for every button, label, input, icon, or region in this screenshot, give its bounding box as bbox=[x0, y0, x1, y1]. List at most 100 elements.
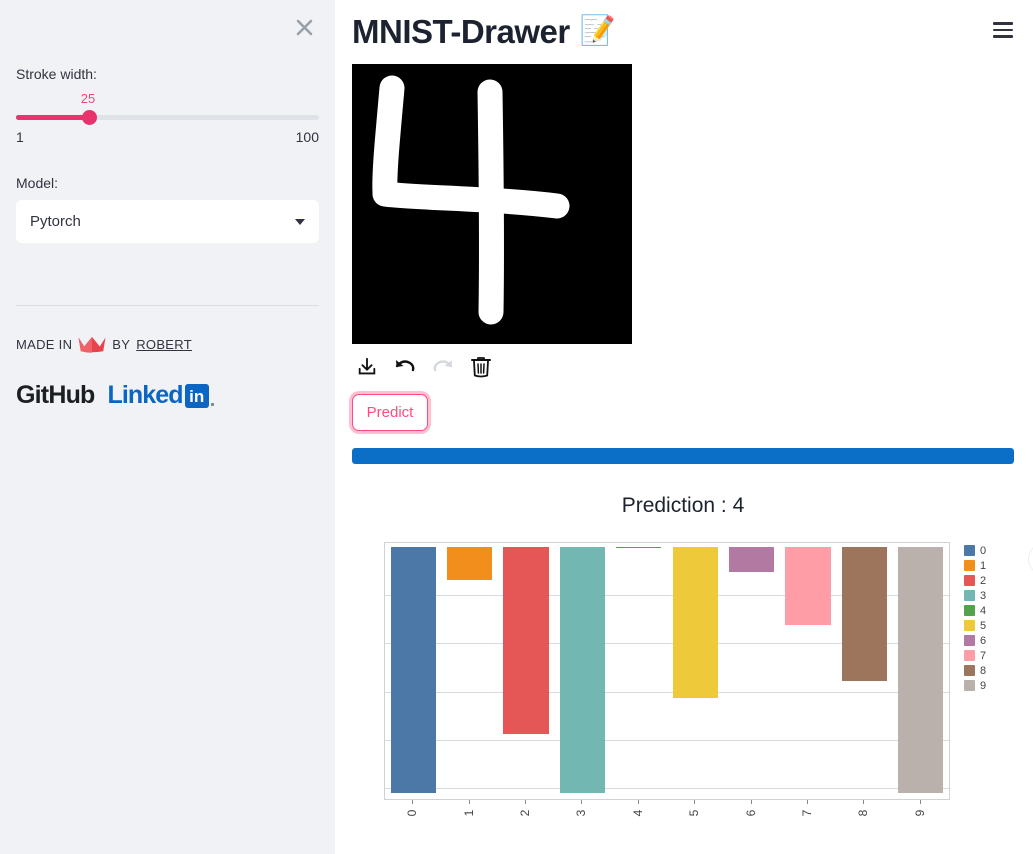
model-select[interactable]: Pytorch bbox=[16, 200, 319, 243]
y-axis-tick-mark bbox=[384, 740, 385, 741]
chart-options-button[interactable] bbox=[1028, 543, 1033, 576]
x-axis: 0 1 2 3 4 5 6 7 8 9 bbox=[384, 800, 950, 840]
chart-bar[interactable] bbox=[447, 547, 493, 580]
linkedin-icon: in bbox=[184, 384, 209, 408]
legend-label: 2 bbox=[980, 574, 987, 587]
chart-bar[interactable] bbox=[841, 547, 887, 681]
legend-item[interactable]: 5 bbox=[964, 619, 986, 632]
x-axis-tick-mark bbox=[525, 800, 526, 805]
x-axis-tick-mark bbox=[412, 800, 414, 805]
y-axis-tick-mark bbox=[384, 788, 385, 789]
page-title-text: MNIST-Drawer bbox=[352, 13, 570, 50]
slider-thumb[interactable] bbox=[81, 110, 97, 125]
legend-item[interactable]: 8 bbox=[964, 664, 986, 677]
social-links: GitHub Linked in bbox=[16, 383, 319, 408]
chart-bar[interactable] bbox=[672, 547, 718, 699]
stroke-width-label: Stroke width: bbox=[16, 66, 97, 82]
legend-item[interactable]: 0 bbox=[964, 544, 986, 557]
legend-label: 6 bbox=[980, 634, 987, 647]
author-link[interactable]: ROBERT bbox=[136, 337, 192, 352]
legend-swatch bbox=[964, 635, 975, 647]
drawing-canvas[interactable] bbox=[352, 64, 632, 345]
app-root: Stroke width: 25 1 100 Model: Pytorch MA… bbox=[0, 0, 1033, 854]
plot-area: 0-5-10-15-20-25 0 1 2 3 4 5 6 7 8 9 bbox=[384, 542, 950, 817]
prediction-chart: 0-5-10-15-20-25 0 1 2 3 4 5 6 7 8 9 0 1 2 3 4 5 6 7 8 9 bbox=[352, 538, 1033, 838]
y-axis-tick-mark bbox=[384, 547, 385, 548]
chart-bar[interactable] bbox=[503, 547, 549, 734]
gridline bbox=[385, 691, 949, 693]
x-axis-tick-label: 1 bbox=[461, 809, 476, 817]
chevron-down-icon bbox=[295, 218, 305, 225]
x-axis-tick-label: 0 bbox=[405, 809, 420, 817]
prediction-result: Prediction : 4 bbox=[621, 494, 745, 518]
legend-label: 3 bbox=[980, 589, 987, 602]
x-axis-tick-label: 8 bbox=[856, 809, 871, 817]
chart-bar[interactable] bbox=[785, 547, 831, 626]
x-axis-tick-label: 9 bbox=[912, 809, 927, 817]
x-axis-tick-mark bbox=[694, 800, 696, 805]
made-by-prefix: BY bbox=[112, 337, 131, 352]
legend-swatch bbox=[964, 560, 975, 572]
x-axis-tick-label: 5 bbox=[687, 809, 702, 817]
github-link[interactable]: GitHub bbox=[16, 383, 95, 408]
memo-pencil-icon: 📝 bbox=[579, 15, 616, 48]
download-icon bbox=[358, 358, 376, 375]
legend-label: 0 bbox=[980, 544, 987, 557]
legend-label: 8 bbox=[980, 664, 987, 677]
predict-button[interactable]: Predict bbox=[352, 394, 428, 432]
linkedin-label: Linked bbox=[107, 381, 184, 409]
legend-swatch bbox=[964, 680, 975, 692]
legend-label: 4 bbox=[980, 604, 987, 617]
legend-item[interactable]: 3 bbox=[964, 589, 986, 602]
drawn-digit-4 bbox=[372, 75, 570, 325]
stroke-width-slider[interactable]: 25 1 100 bbox=[16, 91, 319, 153]
legend-label: 1 bbox=[980, 559, 987, 572]
x-axis-tick-label: 7 bbox=[800, 809, 814, 817]
x-axis-tick-mark bbox=[807, 800, 808, 805]
hamburger-menu-button[interactable] bbox=[987, 14, 1019, 46]
sidebar-divider bbox=[16, 305, 319, 306]
chart-bar[interactable] bbox=[898, 547, 944, 793]
clear-canvas-button[interactable] bbox=[466, 352, 496, 382]
redo-button[interactable] bbox=[428, 352, 458, 382]
x-axis-tick-label: 2 bbox=[518, 809, 532, 817]
chart-bar[interactable] bbox=[390, 547, 436, 793]
linkedin-dot bbox=[210, 403, 214, 406]
chart-bar[interactable] bbox=[559, 547, 605, 793]
legend-label: 7 bbox=[980, 649, 987, 662]
legend-swatch bbox=[964, 665, 975, 677]
slider-range: 1 100 bbox=[16, 129, 319, 145]
model-label: Model: bbox=[16, 175, 59, 191]
legend-item[interactable]: 2 bbox=[964, 574, 986, 587]
x-axis-tick-mark bbox=[750, 800, 752, 805]
legend-item[interactable]: 1 bbox=[964, 559, 986, 572]
made-in-prefix: MADE IN bbox=[16, 337, 73, 352]
legend-item[interactable]: 6 bbox=[964, 634, 986, 647]
undo-icon bbox=[395, 360, 415, 372]
progress-bar bbox=[352, 448, 1014, 465]
slider-fill bbox=[16, 115, 89, 120]
x-axis-tick-mark bbox=[581, 800, 583, 805]
legend-item[interactable]: 4 bbox=[964, 604, 986, 617]
chart-bar[interactable] bbox=[616, 547, 662, 549]
x-axis-tick-mark bbox=[863, 800, 865, 805]
hamburger-line bbox=[993, 28, 1013, 32]
x-axis-tick-label: 4 bbox=[630, 809, 645, 817]
undo-button[interactable] bbox=[390, 352, 420, 382]
y-axis-tick-mark bbox=[384, 595, 385, 596]
x-axis-tick-mark bbox=[637, 800, 639, 805]
legend-swatch bbox=[964, 590, 975, 602]
y-axis-tick-mark bbox=[384, 692, 385, 693]
x-axis-tick-mark bbox=[919, 800, 921, 805]
close-icon bbox=[296, 19, 312, 35]
hamburger-line bbox=[993, 22, 1013, 25]
linkedin-link[interactable]: Linked in bbox=[108, 383, 214, 408]
download-button[interactable] bbox=[352, 352, 382, 382]
legend-label: 5 bbox=[980, 619, 987, 632]
legend-item[interactable]: 7 bbox=[964, 649, 986, 662]
legend-item[interactable]: 9 bbox=[964, 679, 986, 692]
slider-max-label: 100 bbox=[295, 129, 319, 145]
redo-icon bbox=[433, 360, 453, 372]
close-sidebar-button[interactable] bbox=[289, 12, 319, 42]
chart-bar[interactable] bbox=[729, 547, 775, 573]
